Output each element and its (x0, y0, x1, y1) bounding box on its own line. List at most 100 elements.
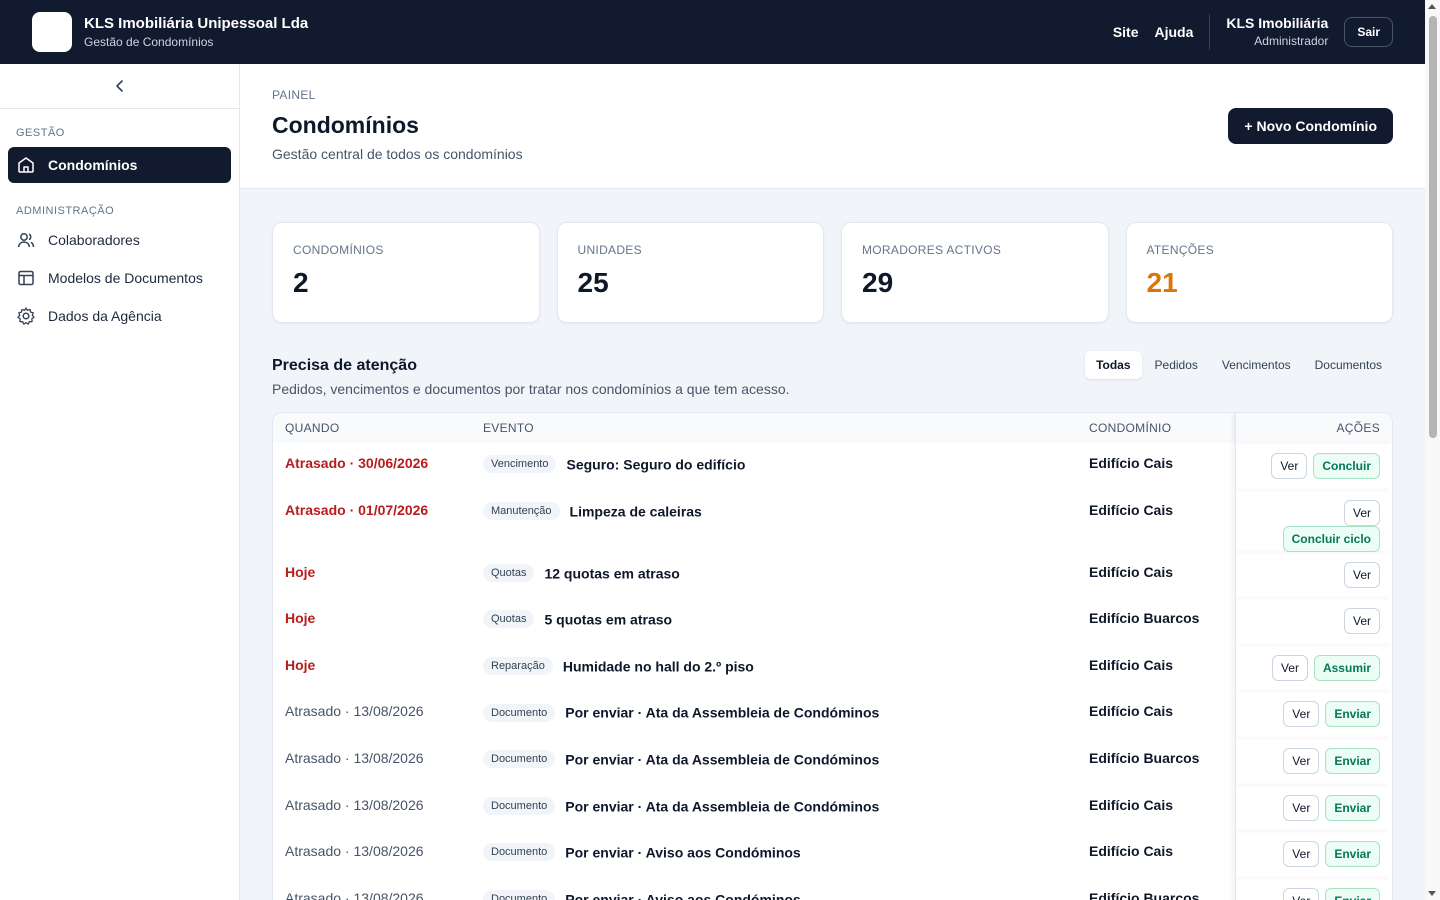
stat-value: 29 (862, 267, 894, 298)
event-type-badge: Documento (483, 843, 556, 862)
sidebar-item-label: Condomínios (48, 157, 138, 173)
chevron-left-icon[interactable] (112, 78, 128, 94)
event-type-badge: Quotas (483, 610, 535, 629)
event-type-badge: Reparação (483, 657, 553, 676)
scrollbar[interactable] (1425, 0, 1440, 900)
scroll-down-icon[interactable] (1428, 891, 1436, 896)
actions-cell: VerEnviar (1234, 737, 1392, 785)
event-text: Por enviar · Aviso aos Condóminos (565, 844, 801, 861)
attention-table: QUANDO EVENTO CONDOMÍNIO AÇÕES Atrasado … (272, 412, 1393, 900)
tab-documentos[interactable]: Documentos (1304, 351, 1393, 379)
table-row: Atrasado · 13/08/2026 Documento Por enviar… (273, 831, 1392, 878)
sidebar-item-condominios[interactable]: Condomínios (8, 147, 231, 183)
stat-label: CONDOMÍNIOS (293, 243, 384, 257)
action-button[interactable]: Enviar (1325, 887, 1380, 900)
table-row: Hoje Quotas 12 quotas em atraso Edifício Ca… (273, 551, 1392, 599)
section-label-gestao: GESTÃO (16, 127, 65, 139)
section-label-administracao: ADMINISTRAÇÃO (16, 205, 115, 217)
view-button[interactable]: Ver (1271, 453, 1308, 479)
table-row: Atrasado · 13/08/2026 Documento Por enviar… (273, 877, 1392, 900)
sidebar-item-label: Dados da Agência (48, 308, 162, 324)
user-role: Administrador (1254, 34, 1329, 48)
page-subtitle: Gestão central de todos os condomínios (272, 146, 523, 162)
stat-value: 21 (1146, 267, 1178, 298)
condominio-cell: Edifício Cais (1089, 656, 1174, 673)
tab-pedidos[interactable]: Pedidos (1144, 351, 1209, 379)
table-row: Atrasado · 13/08/2026 Documento Por enviar… (273, 737, 1392, 785)
when-cell: Atrasado · 13/08/2026 (285, 889, 424, 900)
logout-button[interactable]: Sair (1344, 17, 1393, 47)
when-cell: Hoje (285, 563, 316, 580)
view-button[interactable]: Ver (1343, 499, 1380, 526)
view-button[interactable]: Ver (1283, 747, 1320, 774)
condominio-cell: Edifício Cais (1089, 796, 1174, 813)
condominio-cell: Edifício Cais (1089, 703, 1174, 720)
agency-logo[interactable] (32, 12, 72, 52)
condominio-cell: Edifício Buarcos (1089, 749, 1200, 766)
view-button[interactable]: Ver (1343, 608, 1380, 635)
view-button[interactable]: Ver (1283, 794, 1320, 821)
condominio-cell: Edifício Cais (1089, 843, 1174, 860)
view-button[interactable]: Ver (1283, 887, 1320, 900)
action-button[interactable]: Enviar (1325, 701, 1380, 728)
view-button[interactable]: Ver (1343, 561, 1380, 588)
sidebar: GESTÃO Condomínios ADMINISTRAÇÃO Colabor… (0, 64, 240, 900)
event-type-badge: Documento (483, 890, 556, 900)
condominio-cell: Edifício Buarcos (1089, 610, 1200, 627)
event-text: Limpeza de caleiras (569, 502, 702, 519)
table-header-row: QUANDO EVENTO CONDOMÍNIO AÇÕES (273, 413, 1392, 443)
help-link[interactable]: Ajuda (1155, 24, 1194, 40)
stat-card-atencoes: ATENÇÕES 21 (1125, 222, 1393, 323)
view-button[interactable]: Ver (1283, 701, 1320, 728)
page-header: PAINEL Condomínios Gestão central de tod… (240, 64, 1425, 189)
page-title: Condomínios (272, 112, 419, 138)
sidebar-item-dados-agencia[interactable]: Dados da Agência (8, 298, 231, 334)
event-text: Por enviar · Ata da Assembleia de Condóm… (565, 751, 880, 768)
action-button[interactable]: Concluir ciclo (1282, 525, 1380, 552)
event-cell: Reparação Humidade no hall do 2.º piso (483, 645, 1089, 692)
when-cell: Atrasado · 01/07/2026 (285, 501, 429, 518)
action-button[interactable]: Enviar (1325, 794, 1380, 821)
event-text: 5 quotas em atraso (544, 611, 673, 628)
event-cell: Documento Por enviar · Ata da Assembleia … (483, 738, 1089, 785)
sidebar-item-colaboradores[interactable]: Colaboradores (8, 222, 231, 258)
action-button[interactable]: Concluir (1313, 453, 1380, 479)
action-button[interactable]: Assumir (1313, 654, 1380, 681)
event-cell: Documento Por enviar · Aviso aos Condómin… (483, 878, 1089, 900)
tab-todas[interactable]: Todas (1085, 351, 1142, 379)
event-type-badge: Documento (483, 750, 556, 769)
event-type-badge: Manutenção (483, 501, 560, 520)
event-cell: Vencimento Seguro: Seguro do edifício (483, 443, 1089, 490)
stat-label: UNIDADES (577, 243, 642, 257)
stat-label: MORADORES ACTIVOS (862, 243, 1002, 257)
users-icon (17, 233, 35, 248)
sidebar-item-modelos-documentos[interactable]: Modelos de Documentos (8, 260, 231, 296)
user-name: KLS Imobiliária (1226, 15, 1329, 31)
when-cell: Atrasado · 13/08/2026 (285, 703, 424, 720)
condominio-cell: Edifício Cais (1089, 455, 1174, 471)
event-type-badge: Documento (483, 703, 556, 722)
action-button[interactable]: Enviar (1325, 841, 1380, 868)
actions-cell: Ver Enviar (1234, 877, 1392, 900)
section-subtitle: Pedidos, vencimentos e documentos por tr… (272, 381, 790, 397)
scroll-thumb[interactable] (1429, 16, 1437, 438)
collapse-sidebar-button[interactable] (0, 64, 239, 109)
event-text: Por enviar · Aviso aos Condóminos (565, 891, 801, 900)
new-condominio-button[interactable]: + Novo Condomínio (1228, 108, 1393, 144)
tab-vencimentos[interactable]: Vencimentos (1211, 351, 1302, 379)
top-right: Site Ajuda KLS Imobiliária Administrador… (1097, 14, 1393, 50)
event-cell: Documento Por enviar · Aviso aos Condómin… (483, 831, 1089, 878)
scroll-up-icon[interactable] (1428, 4, 1436, 9)
event-cell: Quotas 5 quotas em atraso (483, 598, 1089, 645)
view-button[interactable]: Ver (1283, 841, 1320, 868)
when-cell: Hoje (285, 610, 316, 627)
when-cell: Hoje (285, 656, 316, 673)
site-link[interactable]: Site (1113, 24, 1139, 40)
event-cell: Documento Por enviar · Ata da Assembleia … (483, 691, 1089, 738)
event-text: Por enviar · Ata da Assembleia de Condóm… (565, 797, 880, 814)
action-button[interactable]: Enviar (1325, 747, 1380, 774)
stat-card-unidades: UNIDADES 25 (556, 222, 824, 323)
view-button[interactable]: Ver (1271, 654, 1308, 681)
brand-subtitle: Gestão de Condomínios (84, 34, 214, 49)
stat-card-moradores: MORADORES ACTIVOS 29 (841, 222, 1109, 323)
